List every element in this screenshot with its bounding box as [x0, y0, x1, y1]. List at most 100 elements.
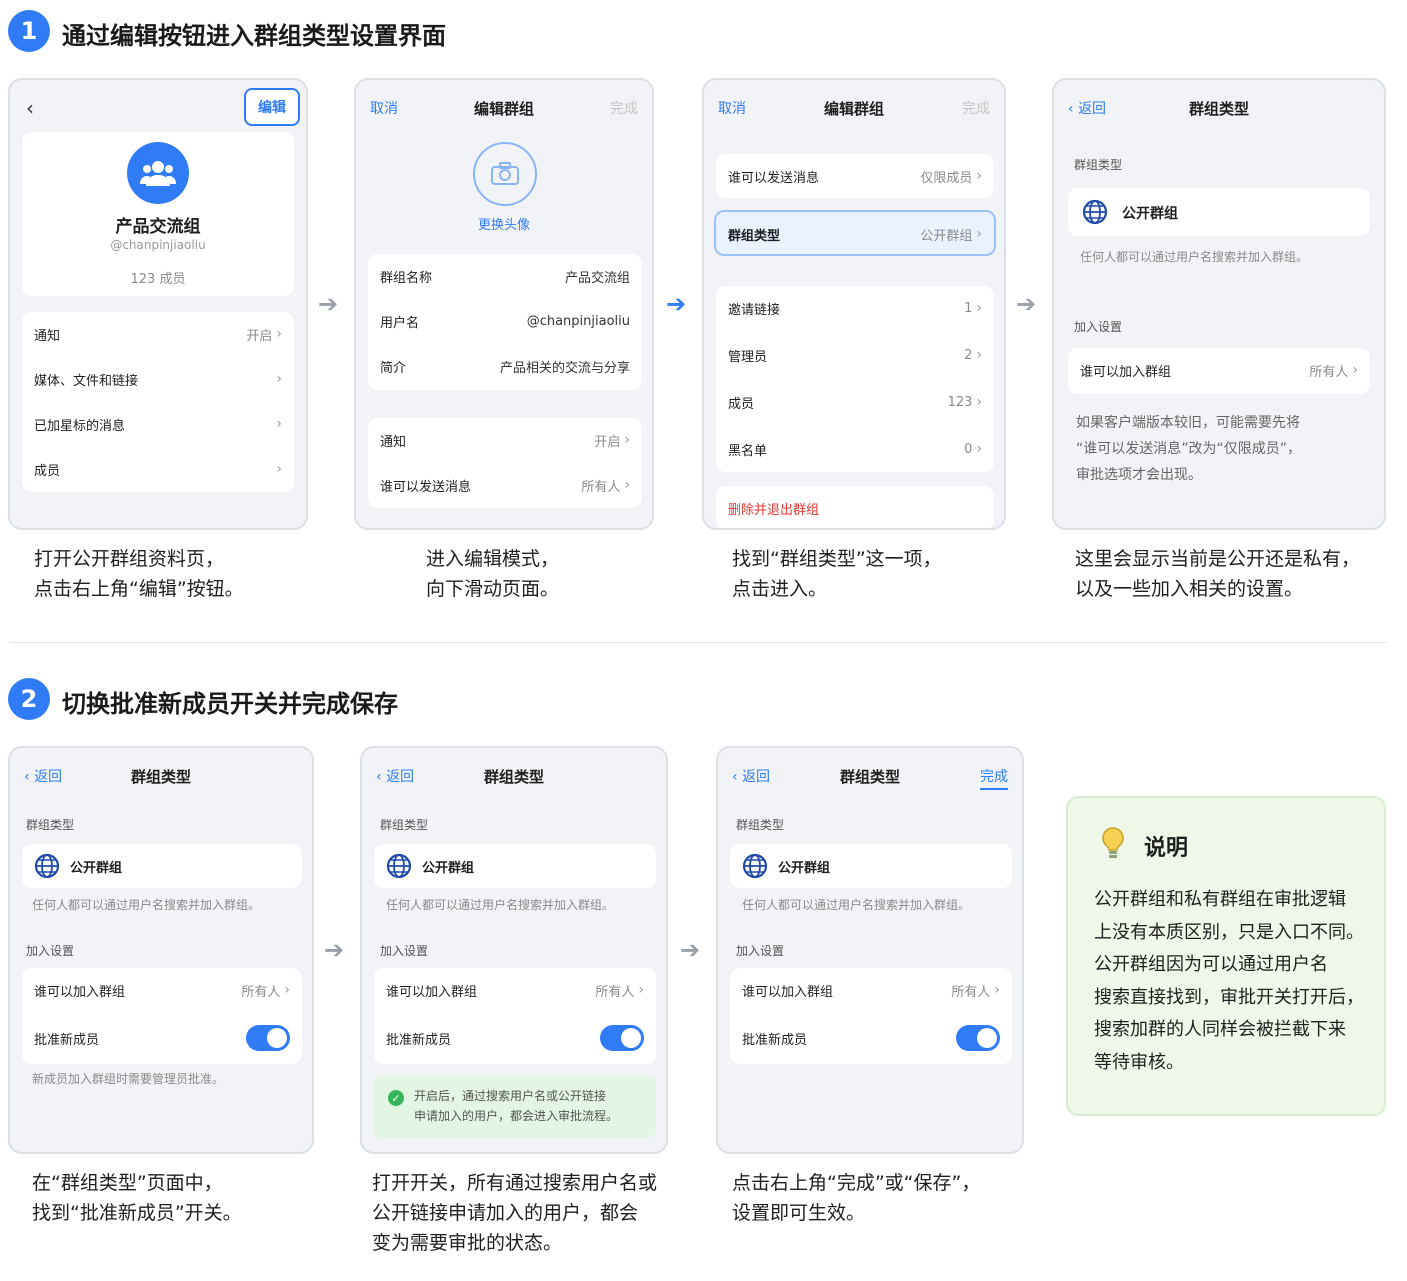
note-body: 公开群组和私有群组在审批逻辑 上没有本质区别，只是入口不同。 公开群组因为可以通…: [1094, 889, 1364, 1073]
chevron-right-icon: ›: [1352, 362, 1358, 378]
list-item[interactable]: 成员 ›: [22, 447, 294, 491]
public-group-option[interactable]: 公开群组: [374, 844, 656, 888]
note-title: 说明: [1144, 836, 1189, 861]
group-settings-list: 通知 开启 › 谁可以发送消息 所有人 ›: [368, 418, 642, 508]
profile-card: 产品交流组 @chanpinjiaoliu 123 成员: [22, 132, 294, 296]
done-button[interactable]: 完成: [962, 98, 990, 118]
who-can-join-card: 谁可以加入群组 所有人 ›: [1068, 348, 1370, 394]
list-item[interactable]: 管理员 2 ›: [716, 333, 994, 377]
approve-toggle[interactable]: [956, 1025, 1000, 1051]
done-button[interactable]: 完成: [610, 98, 638, 118]
step-1-badge: 1: [8, 10, 50, 52]
step1-phone-group-type: ‹ 返回 群组类型 群组类型 公开群组 任何人都可以通过用户名搜索并加入群组。 …: [1052, 78, 1386, 530]
back-chevron-icon[interactable]: ‹: [26, 96, 34, 120]
chevron-right-icon: ›: [276, 461, 282, 477]
section-header: 群组类型: [26, 818, 75, 832]
page-title: 编辑群组: [823, 100, 884, 118]
chevron-right-icon: ›: [276, 371, 282, 387]
step-1-title: 通过编辑按钮进入群组类型设置界面: [62, 22, 446, 50]
step2-phone-done: ‹ 返回 群组类型 完成 群组类型 公开群组 任何人都可以通过用户名搜索并加入群…: [716, 746, 1024, 1154]
join-settings-list: 谁可以加入群组 所有人 › 批准新成员: [374, 968, 656, 1064]
globe-icon: [742, 853, 768, 879]
done-button[interactable]: 完成: [980, 766, 1008, 790]
public-hint: 任何人都可以通过用户名搜索并加入群组。: [742, 898, 971, 912]
who-can-join-row[interactable]: 谁可以加入群组 所有人 ›: [730, 968, 1012, 1012]
delete-group-card: 删除并退出群组: [716, 486, 994, 528]
who-can-join-row[interactable]: 谁可以加入群组 所有人 ›: [22, 968, 302, 1012]
chevron-right-icon: ›: [976, 394, 982, 410]
section-divider: [10, 642, 1387, 643]
list-item[interactable]: 简介 产品相关的交流与分享: [368, 344, 642, 388]
chevron-right-icon: ›: [976, 347, 982, 363]
section-header: 加入设置: [736, 944, 785, 958]
list-item[interactable]: 谁可以发送消息 所有人 ›: [368, 463, 642, 507]
back-button[interactable]: ‹ 返回: [24, 766, 62, 786]
list-item[interactable]: 媒体、文件和链接 ›: [22, 357, 294, 401]
approve-members-row: 批准新成员: [22, 1016, 302, 1060]
back-button[interactable]: ‹ 返回: [1068, 98, 1106, 118]
send-permission-card: 谁可以发送消息 仅限成员 ›: [716, 154, 994, 198]
note-box: 说明 公开群组和私有群组在审批逻辑 上没有本质区别，只是入口不同。 公开群组因为…: [1066, 796, 1386, 1116]
delete-group-button[interactable]: 删除并退出群组: [716, 486, 994, 528]
list-item[interactable]: 黑名单 0 ›: [716, 427, 994, 471]
chevron-right-icon: ›: [624, 432, 630, 448]
public-hint: 任何人都可以通过用户名搜索并加入群组。: [386, 898, 615, 912]
caption-step2-2: 打开开关，所有通过搜索用户名或 公开链接申请加入的用户，都会 变为需要审批的状态。: [372, 1172, 658, 1254]
list-item[interactable]: 通知 开启 ›: [22, 312, 294, 356]
step2-phone-approve-off: ‹ 返回 群组类型 群组类型 公开群组 任何人都可以通过用户名搜索并加入群组。 …: [8, 746, 314, 1154]
section-header: 加入设置: [26, 944, 75, 958]
list-item[interactable]: 通知 开启 ›: [368, 418, 642, 462]
approve-hint: 新成员加入群组时需要管理员批准。: [32, 1072, 225, 1086]
public-group-option[interactable]: 公开群组: [1068, 188, 1370, 236]
edit-button[interactable]: 编辑: [244, 88, 300, 126]
list-item[interactable]: 成员 123 ›: [716, 380, 994, 424]
cancel-button[interactable]: 取消: [370, 98, 398, 118]
cancel-button[interactable]: 取消: [718, 98, 746, 118]
approval-tip: ✓ 开启后，通过搜索用户名或公开链接 申请加入的用户，都会进入审批流程。: [374, 1076, 656, 1138]
chevron-right-icon: ›: [276, 416, 282, 432]
list-item[interactable]: 邀请链接 1 ›: [716, 286, 994, 330]
public-group-option[interactable]: 公开群组: [730, 844, 1012, 888]
chevron-right-icon: ›: [976, 300, 982, 316]
group-type-row-highlight[interactable]: 群组类型 公开群组 ›: [714, 210, 996, 256]
public-group-option[interactable]: 公开群组: [22, 844, 302, 888]
list-item[interactable]: 已加星标的消息 ›: [22, 402, 294, 446]
version-note: 如果客户端版本较旧，可能需要先将 “谁可以发送消息”改为“仅限成员”， 审批选项…: [1076, 415, 1302, 483]
group-handle: @chanpinjiaoliu: [110, 238, 206, 252]
approve-members-row: 批准新成员: [374, 1016, 656, 1060]
section-header: 加入设置: [1074, 320, 1123, 334]
group-name: 产品交流组: [115, 217, 201, 237]
chevron-right-icon: ›: [638, 982, 644, 998]
arrow-right-icon: ➔: [318, 290, 339, 318]
section-header: 加入设置: [380, 944, 429, 958]
chevron-right-icon: ›: [976, 226, 982, 242]
arrow-right-icon: ➔: [680, 936, 701, 964]
caption-step1-1: 打开公开群组资料页， 点击右上角“编辑”按钮。: [34, 548, 244, 600]
list-item[interactable]: 群组名称 产品交流组: [368, 254, 642, 298]
chevron-right-icon: ›: [284, 982, 290, 998]
chevron-right-icon: ›: [624, 477, 630, 493]
back-button[interactable]: ‹ 返回: [732, 766, 770, 786]
chevron-right-icon: ›: [976, 168, 982, 184]
step-2-title: 切换批准新成员开关并完成保存: [62, 690, 398, 718]
who-can-join-row[interactable]: 谁可以加入群组 所有人 ›: [1068, 348, 1370, 392]
approve-members-row: 批准新成员: [730, 1016, 1012, 1060]
approve-toggle[interactable]: [246, 1025, 290, 1051]
step1-phone-edit: 取消 编辑群组 完成 更换头像 群组名称 产品交流组 用户名 @chanpinjia…: [354, 78, 654, 530]
arrow-right-icon: ➔: [666, 290, 687, 318]
join-settings-list: 谁可以加入群组 所有人 › 批准新成员: [730, 968, 1012, 1064]
caption-step1-4: 这里会显示当前是公开还是私有， 以及一些加入相关的设置。: [1075, 548, 1361, 600]
caption-step2-3: 点击右上角“完成”或“保存”， 设置即可生效。: [732, 1172, 981, 1224]
public-hint: 任何人都可以通过用户名搜索并加入群组。: [32, 898, 261, 912]
member-count: 123 成员: [130, 272, 186, 287]
list-item[interactable]: 用户名 @chanpinjiaoliu: [368, 299, 642, 343]
who-can-join-row[interactable]: 谁可以加入群组 所有人 ›: [374, 968, 656, 1012]
camera-icon[interactable]: [473, 142, 537, 206]
change-avatar-link[interactable]: 更换头像: [356, 214, 652, 233]
arrow-right-icon: ➔: [1016, 290, 1037, 318]
caption-step2-1: 在“群组类型”页面中， 找到“批准新成员”开关。: [32, 1172, 242, 1224]
caption-step1-3: 找到“群组类型”这一项， 点击进入。: [732, 548, 942, 600]
approve-toggle[interactable]: [600, 1025, 644, 1051]
back-button[interactable]: ‹ 返回: [376, 766, 414, 786]
list-item[interactable]: 谁可以发送消息 仅限成员 ›: [716, 154, 994, 198]
